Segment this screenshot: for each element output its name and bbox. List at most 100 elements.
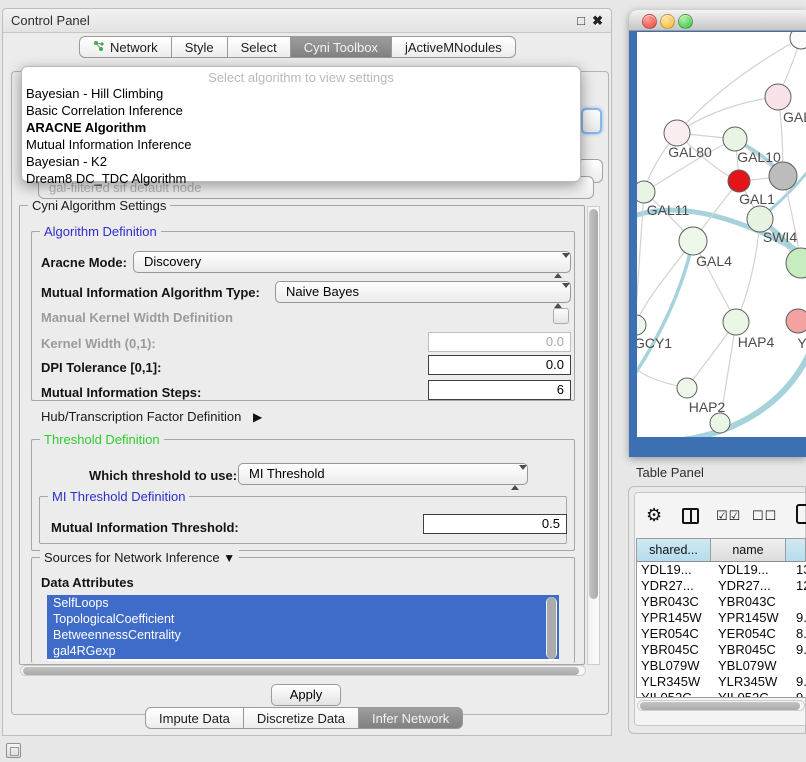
- network-node[interactable]: [790, 32, 806, 49]
- column-header-name[interactable]: name: [711, 539, 786, 561]
- tab-label: Discretize Data: [257, 711, 345, 726]
- algorithm-option[interactable]: ARACNE Algorithm: [22, 119, 580, 136]
- tab-select[interactable]: Select: [228, 36, 291, 58]
- table-row[interactable]: YPR145WYPR145W9.: [637, 610, 806, 626]
- algorithm-option[interactable]: Basic Correlation Inference: [22, 102, 580, 119]
- table-row[interactable]: YER054CYER054C8.: [637, 626, 806, 642]
- tab-style[interactable]: Style: [172, 36, 228, 58]
- network-view-window[interactable]: GALGAL80GAL10GAL1GAL11SWI4GAL4GCY1HAP4YH…: [629, 10, 806, 457]
- column-header-partial[interactable]: [786, 539, 806, 561]
- network-node-hap2[interactable]: [677, 378, 697, 398]
- table-panel-title: Table Panel: [636, 465, 704, 480]
- table-function-icon[interactable]: [796, 504, 806, 524]
- data-attribute-item[interactable]: BetweennessCentrality: [47, 627, 559, 643]
- manual-kernel-width-checkbox[interactable]: [553, 308, 569, 324]
- algorithm-popup-placeholder: Select algorithm to view settings: [22, 70, 580, 85]
- node-table: shared... name YDL19...YDL19...13YDR27..…: [636, 538, 806, 698]
- tab-cyni-toolbox[interactable]: Cyni Toolbox: [291, 36, 392, 58]
- table-settings-gear-icon[interactable]: ⚙: [646, 505, 662, 526]
- which-threshold-label: Which threshold to use:: [89, 468, 237, 483]
- network-node-gal[interactable]: [765, 84, 791, 110]
- tab-label: Network: [110, 40, 158, 55]
- cyni-bottom-tabbar: Impute Data Discretize Data Infer Network: [145, 707, 463, 729]
- tab-impute-data[interactable]: Impute Data: [145, 707, 244, 729]
- select-all-columns-icon[interactable]: ☑☑: [716, 508, 741, 524]
- settings-vertical-scrollbar[interactable]: [587, 206, 600, 665]
- dpi-tolerance-field[interactable]: 0.0: [428, 355, 571, 375]
- data-attribute-item[interactable]: SelfLoops: [47, 595, 559, 611]
- manual-kernel-width-label: Manual Kernel Width Definition: [41, 310, 233, 325]
- mi-algorithm-type-label: Mutual Information Algorithm Type:: [41, 285, 260, 300]
- zoom-traffic-icon[interactable]: [678, 14, 693, 29]
- mi-threshold-field[interactable]: 0.5: [423, 514, 567, 534]
- table-cell: YBL079W: [714, 658, 792, 674]
- network-node-label: Y: [797, 335, 806, 351]
- settings-horizontal-scrollbar[interactable]: [20, 665, 586, 676]
- table-cell: YDL19...: [637, 562, 714, 578]
- data-attribute-item[interactable]: gal4RGexp: [47, 643, 559, 659]
- tab-network[interactable]: Network: [79, 36, 172, 58]
- network-node[interactable]: [710, 413, 730, 433]
- table-row[interactable]: YDL19...YDL19...13: [637, 562, 806, 578]
- expanded-arrow-icon[interactable]: ▼: [223, 551, 235, 565]
- data-attributes-list[interactable]: SelfLoopsTopologicalCoefficientBetweenne…: [47, 595, 559, 661]
- hub-definition-toggle[interactable]: Hub/Transcription Factor Definition ▶: [41, 409, 262, 424]
- column-header-shared-name[interactable]: shared...: [637, 539, 711, 561]
- table-row[interactable]: YBR043CYBR043C: [637, 594, 806, 610]
- control-panel-window: Control Panel □ ✖ NetworkStyleSelectCyni…: [2, 8, 612, 736]
- network-node[interactable]: [769, 162, 797, 190]
- table-row[interactable]: YBR045CYBR045C9.: [637, 642, 806, 658]
- tab-label: Infer Network: [372, 711, 449, 726]
- mi-steps-field[interactable]: 6: [428, 380, 571, 400]
- combo-stepper-icon: [554, 286, 563, 306]
- table-row[interactable]: YBL079WYBL079W: [637, 658, 806, 674]
- network-node-hap4[interactable]: [723, 309, 749, 335]
- algorithm-option[interactable]: Bayesian - K2: [22, 153, 580, 170]
- table-horizontal-scrollbar[interactable]: [637, 700, 805, 711]
- network-node-gcy1[interactable]: [637, 315, 646, 335]
- kernel-width-field[interactable]: 0.0: [428, 332, 571, 352]
- algorithm-option[interactable]: Mutual Information Inference: [22, 136, 580, 153]
- tab-infer-network[interactable]: Infer Network: [359, 707, 463, 729]
- close-window-icon[interactable]: ✖: [592, 13, 603, 29]
- table-row[interactable]: YDR27...YDR27...12: [637, 578, 806, 594]
- network-canvas[interactable]: GALGAL80GAL10GAL1GAL11SWI4GAL4GCY1HAP4YH…: [637, 32, 806, 437]
- network-node[interactable]: [786, 248, 806, 278]
- float-window-icon[interactable]: □: [577, 13, 585, 28]
- which-threshold-value: MI Threshold: [249, 466, 325, 481]
- network-node-gal11[interactable]: [637, 181, 655, 203]
- collapsed-arrow-icon: ▶: [253, 410, 262, 424]
- network-node-label: GAL1: [739, 191, 775, 207]
- network-node-label: SWI4: [763, 229, 797, 245]
- close-traffic-icon[interactable]: [642, 14, 657, 29]
- minimize-traffic-icon[interactable]: [660, 14, 675, 29]
- network-node-y[interactable]: [786, 309, 806, 333]
- aracne-mode-combo[interactable]: Discovery: [133, 251, 571, 273]
- network-window-titlebar: [629, 10, 806, 31]
- column-selector-icon[interactable]: [682, 508, 699, 524]
- table-cell: YER054C: [637, 626, 714, 642]
- algorithm-option[interactable]: Dream8 DC_TDC Algorithm: [22, 170, 580, 187]
- network-node-gal10[interactable]: [723, 127, 747, 151]
- inference-algorithm-combo-stepper[interactable]: [581, 108, 602, 134]
- panel-grip-icon[interactable]: [6, 743, 21, 758]
- table-row[interactable]: YIL052CYIL052C9: [637, 690, 806, 698]
- tab-discretize-data[interactable]: Discretize Data: [244, 707, 359, 729]
- list-scrollbar[interactable]: [546, 597, 557, 659]
- algorithm-option[interactable]: Bayesian - Hill Climbing: [22, 85, 580, 102]
- kernel-width-label: Kernel Width (0,1):: [41, 336, 156, 351]
- network-node-gal80[interactable]: [664, 120, 690, 146]
- deselect-all-columns-icon[interactable]: ☐☐: [752, 508, 777, 524]
- tab-jactivemnodules[interactable]: jActiveMNodules: [392, 36, 516, 58]
- table-cell: YBR043C: [714, 594, 792, 610]
- which-threshold-combo[interactable]: MI Threshold: [238, 463, 528, 485]
- mi-algorithm-type-combo[interactable]: Naive Bayes: [275, 281, 571, 303]
- tab-label: Style: [185, 40, 214, 55]
- data-attribute-item[interactable]: TopologicalCoefficient: [47, 611, 559, 627]
- network-node-gal4[interactable]: [679, 227, 707, 255]
- table-cell: YDL19...: [714, 562, 792, 578]
- table-cell: YPR145W: [714, 610, 792, 626]
- apply-button[interactable]: Apply: [271, 684, 341, 706]
- network-node-gal1[interactable]: [728, 170, 750, 192]
- table-row[interactable]: YLR345WYLR345W9.: [637, 674, 806, 690]
